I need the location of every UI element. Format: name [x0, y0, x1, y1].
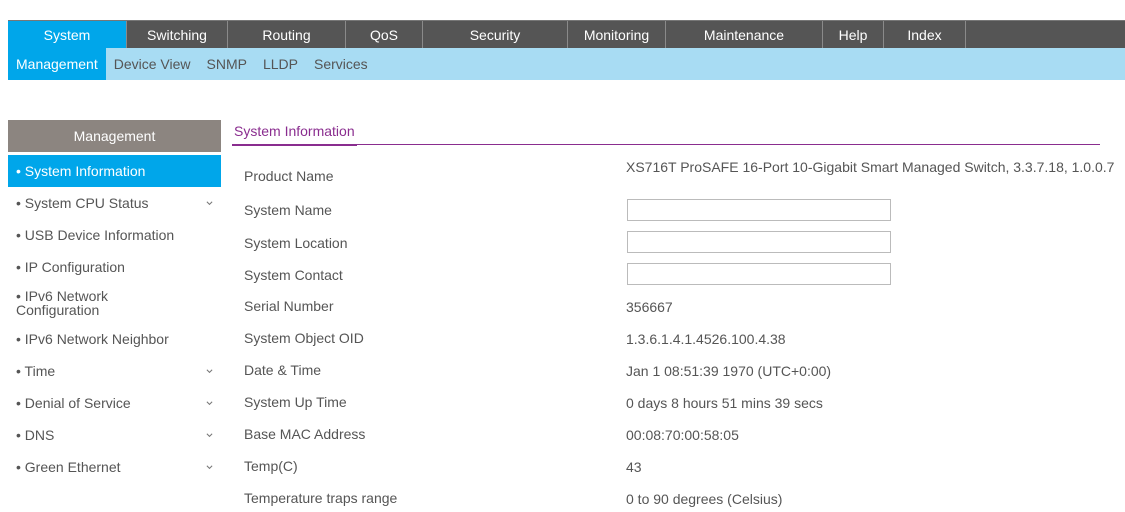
sidebar-item-ip-configuration[interactable]: • IP Configuration — [8, 251, 221, 283]
subtab-snmp[interactable]: SNMP — [199, 48, 255, 80]
subtab-device-view[interactable]: Device View — [106, 48, 199, 80]
sidebar-item-ipv6-network-neighbor[interactable]: • IPv6 Network Neighbor — [8, 323, 221, 355]
row-system-up-time: System Up Time 0 days 8 hours 51 mins 39… — [244, 394, 1114, 418]
row-temperature-traps-range: Temperature traps range 0 to 90 degrees … — [244, 490, 1114, 512]
section-title: System Information — [232, 120, 1112, 146]
sidebar-item-label: • System Information — [16, 163, 146, 179]
value-system-up-time: 0 days 8 hours 51 mins 39 secs — [626, 395, 823, 411]
sidebar-item-system-cpu-status[interactable]: • System CPU Status — [8, 187, 221, 219]
tab-index[interactable]: Index — [884, 21, 966, 49]
top-border — [0, 0, 1125, 6]
row-temp: Temp(C) 43 — [244, 458, 1114, 482]
subtab-lldp[interactable]: LLDP — [255, 48, 306, 80]
tab-security[interactable]: Security — [423, 21, 568, 49]
system-contact-input[interactable] — [627, 263, 891, 285]
label-product-name: Product Name — [244, 168, 334, 184]
chevron-down-icon[interactable] — [206, 368, 213, 375]
row-system-contact: System Contact — [244, 262, 1114, 290]
sub-nav: Management Device View SNMP LLDP Service… — [8, 48, 1125, 80]
label-base-mac-address: Base MAC Address — [244, 426, 366, 442]
value-serial-number: 356667 — [626, 299, 673, 315]
sidebar-item-dns[interactable]: • DNS — [8, 419, 221, 451]
value-date-time: Jan 1 08:51:39 1970 (UTC+0:00) — [626, 363, 832, 379]
tab-qos[interactable]: QoS — [346, 21, 423, 49]
tab-monitoring[interactable]: Monitoring — [568, 21, 666, 49]
tab-system[interactable]: System — [8, 21, 127, 49]
row-serial-number: Serial Number 356667 — [244, 298, 1114, 322]
top-nav: System Switching Routing QoS Security Mo… — [8, 20, 1125, 49]
value-temp: 43 — [626, 459, 642, 475]
chevron-down-icon[interactable] — [206, 400, 213, 407]
sidebar-item-label: • IP Configuration — [16, 259, 125, 275]
row-date-time: Date & Time Jan 1 08:51:39 1970 (UTC+0:0… — [244, 362, 1114, 386]
tab-routing[interactable]: Routing — [228, 21, 346, 49]
subtab-services[interactable]: Services — [306, 48, 376, 80]
row-system-location: System Location — [244, 229, 1114, 257]
tab-switching[interactable]: Switching — [127, 21, 228, 49]
label-temperature-traps-range: Temperature traps range — [244, 490, 398, 506]
system-location-input[interactable] — [627, 231, 891, 253]
label-system-up-time: System Up Time — [244, 394, 347, 410]
chevron-down-icon[interactable] — [206, 432, 213, 439]
sidebar-item-label: • IPv6 Network Configuration — [16, 288, 109, 318]
label-date-time: Date & Time — [244, 362, 322, 378]
subtab-management[interactable]: Management — [8, 48, 106, 80]
label-system-object-oid: System Object OID — [244, 330, 364, 346]
row-system-name: System Name — [244, 196, 1114, 224]
label-system-location: System Location — [244, 235, 348, 251]
chevron-down-icon[interactable] — [206, 200, 213, 207]
label-system-name: System Name — [244, 202, 332, 218]
value-system-object-oid: 1.3.6.1.4.1.4526.100.4.38 — [626, 331, 786, 347]
sidebar-item-label: • Denial of Service — [16, 395, 131, 411]
sidebar-item-green-ethernet[interactable]: • Green Ethernet — [8, 451, 221, 483]
system-name-input[interactable] — [627, 199, 891, 221]
sidebar-item-time[interactable]: • Time — [8, 355, 221, 387]
sidebar-item-label: • IPv6 Network Neighbor — [16, 331, 169, 347]
chevron-down-icon[interactable] — [206, 464, 213, 471]
sidebar-item-label: • USB Device Information — [16, 227, 175, 243]
value-product-name: XS716T ProSAFE 16-Port 10-Gigabit Smart … — [626, 159, 1115, 175]
sidebar: Management • System Information • System… — [8, 120, 221, 483]
main-content: System Information — [232, 120, 1112, 146]
sidebar-item-label: • System CPU Status — [16, 195, 149, 211]
value-base-mac-address: 00:08:70:00:58:05 — [626, 427, 739, 443]
label-serial-number: Serial Number — [244, 298, 334, 314]
sidebar-item-label: • DNS — [16, 427, 55, 443]
sidebar-item-system-information[interactable]: • System Information — [8, 155, 221, 187]
tab-help[interactable]: Help — [823, 21, 884, 49]
sidebar-item-ipv6-network-configuration[interactable]: • IPv6 Network Configuration — [8, 283, 221, 323]
label-temp: Temp(C) — [244, 458, 298, 474]
sidebar-header: Management — [8, 120, 221, 152]
sidebar-item-label: • Time — [16, 363, 56, 379]
sidebar-item-usb-device-information[interactable]: • USB Device Information — [8, 219, 221, 251]
sidebar-item-denial-of-service[interactable]: • Denial of Service — [8, 387, 221, 419]
row-system-object-oid: System Object OID 1.3.6.1.4.1.4526.100.4… — [244, 330, 1114, 354]
label-system-contact: System Contact — [244, 267, 343, 283]
row-product-name: Product Name XS716T ProSAFE 16-Port 10-G… — [244, 160, 1114, 196]
value-temperature-traps-range: 0 to 90 degrees (Celsius) — [626, 491, 783, 507]
row-base-mac-address: Base MAC Address 00:08:70:00:58:05 — [244, 426, 1114, 450]
tab-maintenance[interactable]: Maintenance — [666, 21, 823, 49]
sidebar-item-label: • Green Ethernet — [16, 459, 121, 475]
